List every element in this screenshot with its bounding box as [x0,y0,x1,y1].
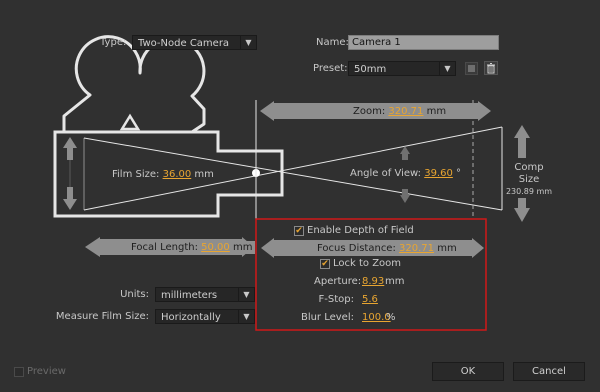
trash-icon[interactable] [484,61,498,75]
lock-to-zoom-label: Lock to Zoom [333,258,402,269]
preset-label: Preset: [313,63,348,74]
lock-to-zoom-checkbox[interactable]: ✔ [320,259,330,269]
zoom-unit: mm [426,106,447,117]
units-dropdown[interactable]: millimeters ▼ [155,287,255,302]
type-value: Two-Node Camera [138,38,230,49]
enable-dof-checkbox[interactable]: ✔ [294,226,304,236]
ok-button[interactable]: OK [432,362,504,381]
fstop-value[interactable]: 5.6 [362,294,378,305]
aperture-label: Aperture: [314,276,362,287]
blur-level-unit: % [386,312,396,323]
focal-length-value[interactable]: 50.00 [201,242,230,253]
chevron-down-icon: ▼ [238,288,254,301]
preview-label: Preview [27,366,66,377]
chevron-down-icon: ▼ [439,62,455,75]
focus-distance-readout: Focus Distance: 320.71 mm [314,242,460,255]
focus-distance-label: Focus Distance: [317,243,396,254]
blur-level-label: Blur Level: [300,312,354,323]
zoom-value[interactable]: 320.71 [388,106,423,117]
zoom-label: Zoom: [353,106,386,117]
focal-length-label: Focal Length: [131,242,198,253]
aperture-unit: mm [385,276,405,287]
focal-length-unit: mm [232,242,253,253]
film-size-label: Film Size: [112,169,160,180]
comp-size-readout: Comp Size 230.89 mm [503,162,555,198]
type-dropdown[interactable]: Two-Node Camera ▼ [132,35,257,50]
focus-distance-value[interactable]: 320.71 [399,243,434,254]
film-size-unit: mm [194,169,214,180]
type-label: Type: [100,37,127,48]
measure-film-size-label: Measure Film Size: [55,311,149,322]
focal-length-readout: Focal Length: 50.00 mm [128,241,256,254]
fstop-label: F-Stop: [318,294,354,305]
comp-size-value: 230.89 mm [505,187,553,196]
angle-of-view-unit: ° [456,168,462,179]
focus-distance-unit: mm [437,243,457,254]
aperture-value[interactable]: 8.93 [362,276,384,287]
save-preset-icon[interactable] [465,62,478,75]
measure-film-size-dropdown[interactable]: Horizontally ▼ [155,309,255,324]
preset-value: 50mm [354,64,387,75]
name-label: Name: [316,37,349,48]
preset-dropdown[interactable]: 50mm ▼ [348,61,456,76]
chevron-down-icon: ▼ [240,36,256,49]
name-input[interactable]: Camera 1 [348,35,499,50]
camera-settings-dialog: Type: Two-Node Camera ▼ Name: Camera 1 P… [0,0,600,392]
angle-of-view-value[interactable]: 39.60 [424,168,453,179]
film-size-readout: Film Size: 36.00 mm [108,168,218,181]
angle-of-view-readout: Angle of View: 39.60 ° [346,167,466,180]
enable-dof-label: Enable Depth of Field [307,225,414,236]
cancel-button[interactable]: Cancel [513,362,585,381]
comp-size-label: Comp Size [514,162,544,185]
units-value: millimeters [161,290,218,301]
measure-film-size-value: Horizontally [161,312,221,323]
chevron-down-icon: ▼ [238,310,254,323]
angle-of-view-label: Angle of View: [350,168,422,179]
zoom-readout: Zoom: 320.71 mm [350,105,450,118]
film-size-value[interactable]: 36.00 [163,169,192,180]
preview-checkbox[interactable] [14,367,24,377]
camera-reel-icon [62,35,206,134]
units-label: Units: [120,289,149,300]
